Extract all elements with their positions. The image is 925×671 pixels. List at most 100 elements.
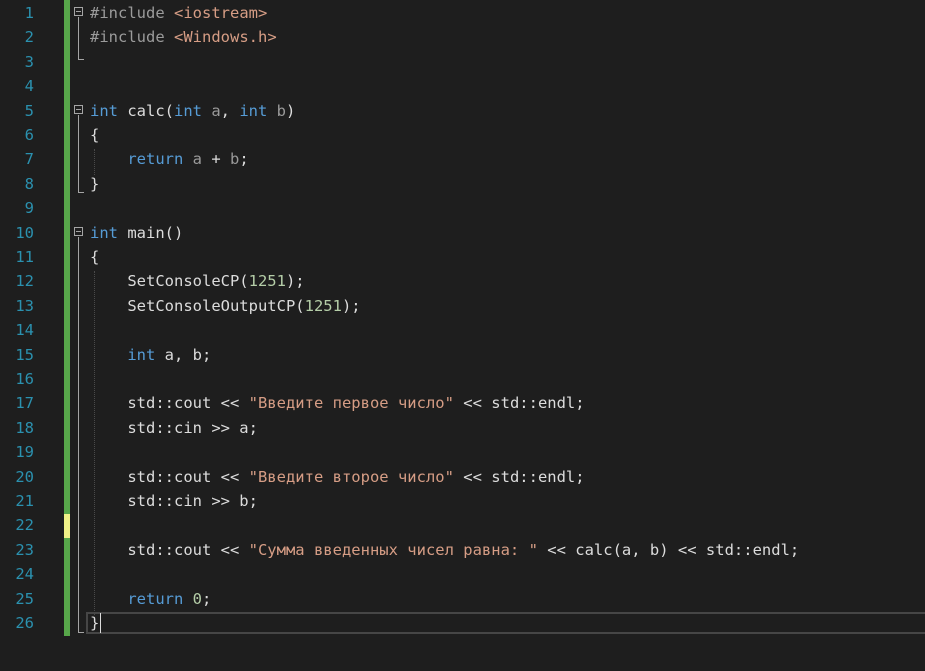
code-token: "Сумма введенных чисел равна: " [248, 540, 538, 559]
line-number: 26 [15, 614, 34, 632]
line-number: 2 [24, 28, 34, 47]
fold-toggle-icon[interactable] [74, 227, 83, 236]
code-line[interactable]: 5 int calc(int a, int b) [0, 99, 925, 123]
line-number: 19 [15, 443, 34, 462]
code-token: SetConsoleOutputCP( [90, 296, 305, 315]
code-line[interactable]: 1 #include <iostream> [0, 1, 925, 25]
code-token: std::cout << [90, 394, 249, 413]
code-token: main() [118, 223, 184, 242]
line-text[interactable]: } [90, 172, 99, 196]
line-number: 18 [15, 418, 34, 437]
code-token: ); [341, 296, 361, 315]
code-line[interactable]: 12 SetConsoleCP(1251); [0, 269, 925, 293]
code-line[interactable]: 4 [0, 74, 925, 98]
code-token: SetConsoleCP( [90, 272, 249, 291]
line-number: 25 [15, 589, 34, 608]
code-token: a, b; [155, 345, 212, 364]
line-number: 7 [24, 150, 34, 169]
line-number: 17 [15, 394, 34, 413]
line-number: 24 [15, 565, 34, 584]
line-text[interactable]: std::cin >> a; [90, 416, 258, 440]
code-line[interactable]: 13 SetConsoleOutputCP(1251); [0, 294, 925, 318]
code-token: <Windows.h> [174, 28, 277, 47]
code-line[interactable]: 10 int main() [0, 221, 925, 245]
line-text[interactable]: return a + b; [90, 147, 249, 171]
code-line[interactable]: 20 std::cout << "Введите второе число" <… [0, 465, 925, 489]
line-number: 5 [24, 101, 34, 120]
code-token: << std::endl; [453, 394, 585, 413]
code-token: , [220, 101, 240, 120]
code-token: int [239, 101, 268, 120]
code-token: return [127, 150, 184, 169]
line-text[interactable]: int a, b; [90, 343, 211, 367]
code-token: #include [90, 28, 174, 47]
code-token: << calc(a, b) << std::endl; [537, 540, 800, 559]
line-text[interactable]: int calc(int a, int b) [90, 99, 295, 123]
line-text[interactable]: std::cin >> b; [90, 489, 258, 513]
code-token: ; [202, 589, 212, 608]
code-token: { [90, 126, 100, 144]
line-number: 22 [15, 516, 34, 535]
code-token: int [90, 101, 118, 120]
code-token: return [127, 589, 184, 608]
code-token: b [267, 101, 287, 120]
code-token: int [90, 223, 118, 242]
line-number: 8 [24, 174, 34, 193]
line-text[interactable]: std::cout << "Введите второе число" << s… [90, 465, 585, 489]
code-line[interactable]: 21 std::cin >> b; [0, 489, 925, 513]
line-number: 10 [15, 223, 34, 242]
line-text[interactable]: std::cout << "Сумма введенных чисел равн… [90, 538, 799, 562]
line-text[interactable]: return 0; [90, 587, 211, 611]
code-token: + [202, 150, 230, 169]
code-line[interactable]: 8} [0, 172, 925, 196]
code-line[interactable]: 15 int a, b; [0, 343, 925, 367]
line-text[interactable]: SetConsoleOutputCP(1251); [90, 294, 361, 318]
code-line[interactable]: 9 [0, 196, 925, 220]
code-line[interactable]: 18 std::cin >> a; [0, 416, 925, 440]
code-line[interactable]: 23 std::cout << "Сумма введенных чисел р… [0, 538, 925, 562]
line-text[interactable]: #include <iostream> [90, 1, 267, 25]
code-token: ; [239, 150, 249, 169]
line-text[interactable]: { [90, 123, 99, 147]
code-token: << std::endl; [453, 467, 585, 486]
code-token: int [174, 101, 202, 120]
code-line[interactable]: 7 return a + b; [0, 147, 925, 171]
code-token: b [230, 150, 240, 169]
code-line[interactable]: 11 { [0, 245, 925, 269]
line-number: 21 [15, 492, 34, 510]
line-number: 12 [15, 272, 34, 291]
line-number: 23 [15, 540, 34, 559]
line-text[interactable]: int main() [90, 221, 183, 245]
code-line[interactable]: 25 return 0; [0, 587, 925, 611]
code-token: std::cout << [90, 467, 249, 486]
line-number: 9 [24, 199, 34, 218]
line-text[interactable]: #include <Windows.h> [90, 25, 277, 49]
line-number: 11 [15, 248, 34, 266]
line-text[interactable]: std::cout << "Введите первое число" << s… [90, 391, 585, 415]
code-line[interactable]: 19 [0, 440, 925, 464]
code-line[interactable]: 6{ [0, 123, 925, 147]
code-token: <iostream> [174, 4, 268, 22]
current-line-highlight [86, 612, 925, 634]
code-token: std::cin >> b; [90, 492, 258, 510]
code-line[interactable]: 16 [0, 367, 925, 391]
code-token: ) [286, 101, 296, 120]
code-token: a [183, 150, 202, 169]
line-text[interactable]: { [90, 245, 99, 269]
fold-toggle-icon[interactable] [74, 7, 83, 16]
code-token: 1251 [248, 272, 286, 291]
line-number: 13 [15, 296, 34, 315]
code-line[interactable]: 24 [0, 562, 925, 586]
code-line[interactable]: 2 #include <Windows.h> [0, 25, 925, 49]
fold-toggle-icon[interactable] [74, 105, 83, 114]
line-number: 3 [24, 52, 34, 71]
line-text[interactable]: SetConsoleCP(1251); [90, 269, 304, 293]
code-line[interactable]: 14 [0, 318, 925, 342]
code-line[interactable]: 3 [0, 50, 925, 74]
line-number: 15 [15, 345, 34, 364]
code-line[interactable]: 22 [0, 513, 925, 537]
code-line[interactable]: 17 std::cout << "Введите первое число" <… [0, 391, 925, 415]
